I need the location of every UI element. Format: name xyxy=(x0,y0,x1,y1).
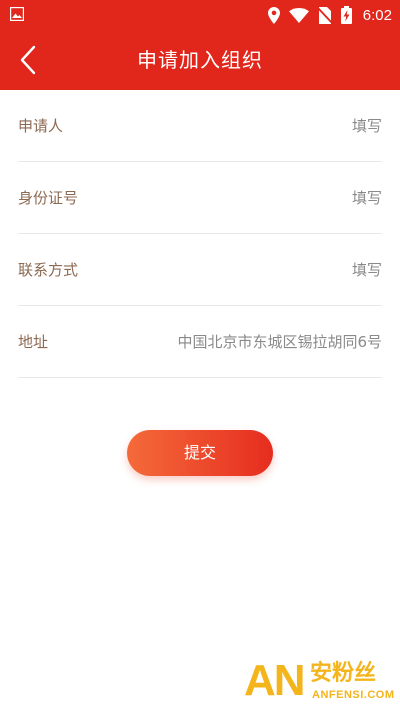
page-title: 申请加入组织 xyxy=(137,48,263,72)
contact-label: 联系方式 xyxy=(18,261,79,279)
battery-charging-icon xyxy=(340,6,352,24)
app-header: 申请加入组织 xyxy=(0,30,400,90)
location-icon xyxy=(267,6,280,24)
address-label: 地址 xyxy=(18,333,49,351)
address-input[interactable]: 中国北京市东城区锡拉胡同6号 xyxy=(177,331,382,352)
watermark-brand-en: ANFENSI.COM xyxy=(312,689,395,701)
status-icons: 6:02 xyxy=(267,4,392,26)
id-number-row[interactable]: 身份证号 填写 xyxy=(18,162,382,234)
submit-button[interactable]: 提交 xyxy=(127,430,273,476)
contact-row[interactable]: 联系方式 填写 xyxy=(18,234,382,306)
id-number-label: 身份证号 xyxy=(18,189,79,207)
applicant-input[interactable]: 填写 xyxy=(352,115,382,136)
applicant-label: 申请人 xyxy=(18,117,64,135)
status-bar: 6:02 xyxy=(0,0,400,30)
applicant-row[interactable]: 申请人 填写 xyxy=(18,90,382,162)
application-form: 申请人 填写 身份证号 填写 联系方式 填写 地址 中国北京市东城区锡拉胡同6号 xyxy=(18,90,382,378)
watermark-logo: AN 安粉丝 ANFENSI.COM xyxy=(244,659,394,707)
address-row[interactable]: 地址 中国北京市东城区锡拉胡同6号 xyxy=(18,306,382,378)
back-button[interactable] xyxy=(14,44,46,76)
image-icon xyxy=(10,7,24,21)
status-time: 6:02 xyxy=(362,6,392,24)
chevron-left-icon xyxy=(20,45,36,75)
no-sim-icon xyxy=(317,6,332,24)
wifi-icon xyxy=(288,7,309,23)
watermark-an: AN xyxy=(244,656,306,705)
contact-input[interactable]: 填写 xyxy=(352,259,382,280)
id-number-input[interactable]: 填写 xyxy=(352,187,382,208)
watermark-brand-cn: 安粉丝 xyxy=(310,661,377,686)
